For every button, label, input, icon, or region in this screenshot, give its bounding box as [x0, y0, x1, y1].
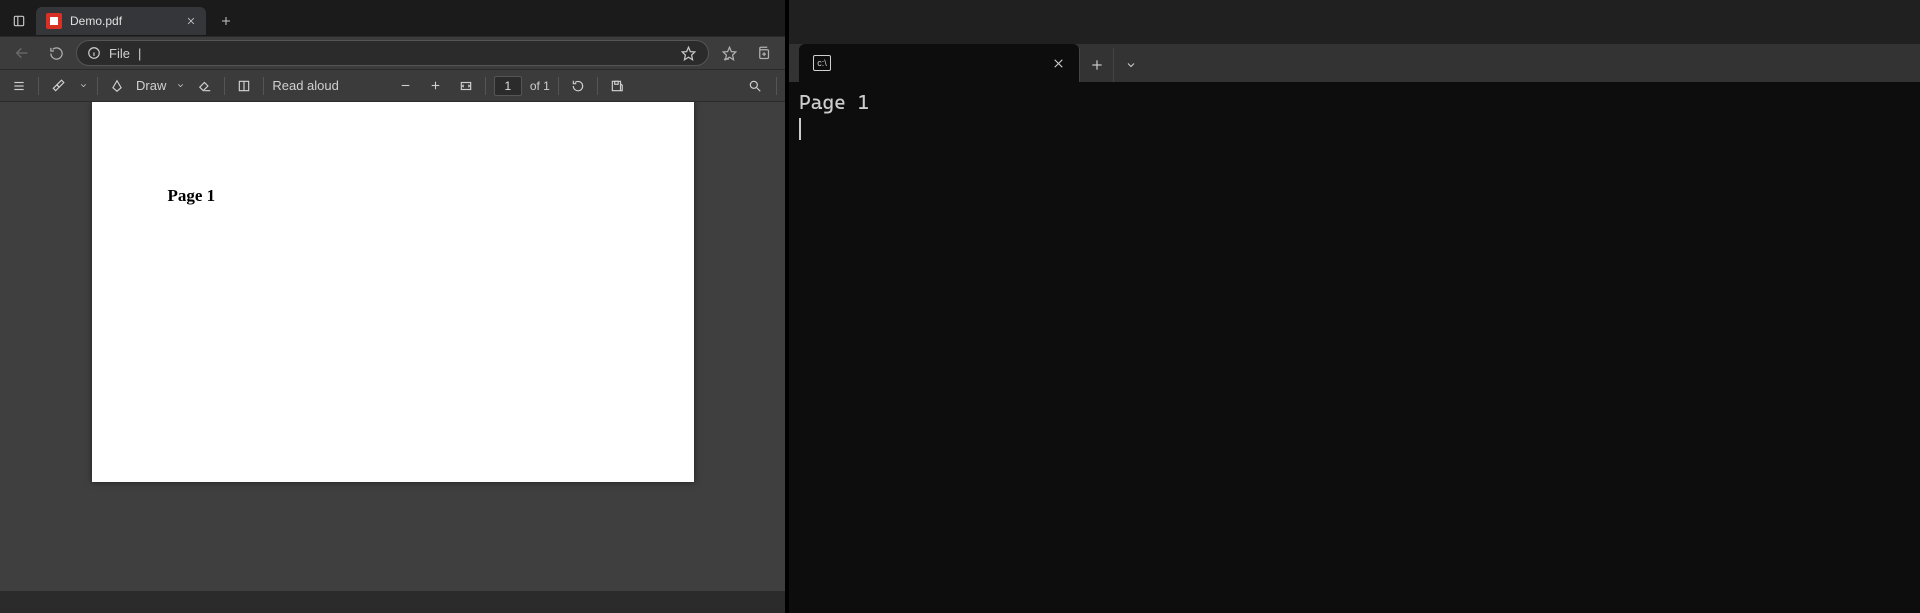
page-total-label: of 1	[530, 79, 550, 93]
site-info-icon[interactable]	[87, 46, 101, 60]
terminal-cursor	[799, 118, 801, 140]
pdf-toolbar: Draw Read aloud	[0, 70, 785, 102]
terminal-tab-icon	[813, 55, 831, 71]
browser-tab[interactable]: Demo.pdf	[36, 7, 206, 35]
fit-page-icon[interactable]	[455, 75, 477, 97]
zoom-out-button[interactable]	[395, 75, 417, 97]
nav-back-button[interactable]	[8, 39, 36, 67]
highlight-chevron-icon[interactable]	[77, 75, 89, 97]
page-number-input[interactable]	[494, 76, 522, 96]
draw-chevron-icon[interactable]	[174, 75, 186, 97]
pdf-viewer-area[interactable]: Page 1	[0, 102, 785, 591]
terminal-titlebar-space	[789, 0, 1920, 44]
terminal-output-line: Page 1	[799, 90, 1910, 115]
address-scheme-label: File	[109, 46, 130, 61]
toolbar-separator	[38, 77, 39, 95]
new-tab-button[interactable]	[214, 9, 238, 33]
save-icon[interactable]	[606, 75, 628, 97]
addressbar-right-icons	[715, 39, 777, 67]
pdf-favicon-icon	[46, 13, 62, 29]
toolbar-separator	[597, 77, 598, 95]
nav-refresh-button[interactable]	[42, 39, 70, 67]
zoom-in-button[interactable]	[425, 75, 447, 97]
pdf-page: Page 1	[92, 102, 694, 482]
collections-icon[interactable]	[749, 39, 777, 67]
tab-actions-icon[interactable]	[6, 8, 32, 34]
toolbar-separator	[776, 77, 777, 95]
browser-addressbar-row: File |	[0, 36, 785, 70]
toolbar-separator	[485, 77, 486, 95]
browser-tab-title: Demo.pdf	[70, 14, 122, 28]
address-text: |	[138, 46, 670, 61]
terminal-tabstrip	[789, 44, 1920, 82]
highlight-icon[interactable]	[47, 75, 69, 97]
draw-button[interactable]: Draw	[136, 78, 166, 93]
terminal-tab-dropdown-button[interactable]	[1113, 48, 1147, 82]
page-view-icon[interactable]	[233, 75, 255, 97]
rotate-icon[interactable]	[567, 75, 589, 97]
terminal-body[interactable]: Page 1	[789, 82, 1920, 613]
browser-footer	[0, 591, 785, 613]
terminal-cursor-line	[799, 115, 1910, 140]
contents-icon[interactable]	[8, 75, 30, 97]
terminal-window: Page 1	[789, 0, 1920, 613]
browser-tabstrip: Demo.pdf	[0, 6, 785, 36]
toolbar-separator	[263, 77, 264, 95]
toolbar-separator	[97, 77, 98, 95]
draw-icon[interactable]	[106, 75, 128, 97]
close-tab-button[interactable]	[186, 16, 196, 26]
pdf-toolbar-right	[744, 75, 777, 97]
address-bar[interactable]: File |	[76, 40, 709, 66]
erase-icon[interactable]	[194, 75, 216, 97]
pdf-page-heading: Page 1	[168, 186, 618, 206]
toolbar-separator	[558, 77, 559, 95]
terminal-tab-close-button[interactable]	[1052, 57, 1065, 70]
toolbar-separator	[224, 77, 225, 95]
favorite-star-icon[interactable]	[678, 43, 698, 63]
terminal-tab[interactable]	[799, 44, 1079, 82]
browser-window: Demo.pdf File |	[0, 0, 785, 613]
favorites-icon[interactable]	[715, 39, 743, 67]
read-aloud-button[interactable]: Read aloud	[272, 78, 339, 93]
search-icon[interactable]	[744, 75, 766, 97]
terminal-new-tab-button[interactable]	[1079, 48, 1113, 82]
